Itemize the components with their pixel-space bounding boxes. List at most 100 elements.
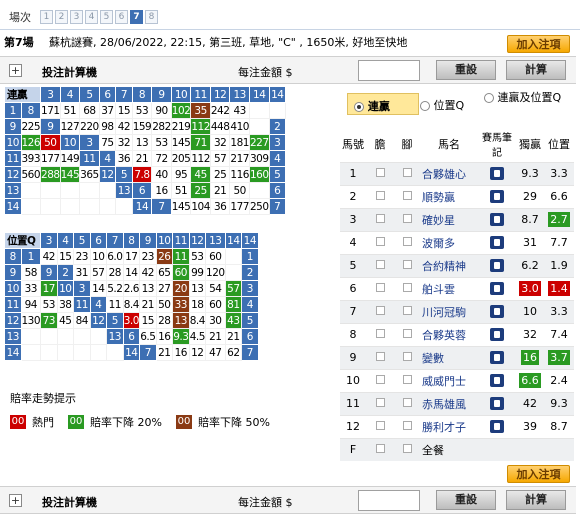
quinella-odds-cell[interactable] [20,182,42,199]
leg-checkbox[interactable] [402,329,412,338]
quinella-odds-cell[interactable]: 40 [151,166,172,183]
leg-checkbox[interactable] [402,306,412,315]
quinella-odds-cell[interactable]: 35 [190,102,211,119]
place-q-odds-cell[interactable]: 33 [20,280,42,297]
racing-notes-icon[interactable] [490,420,504,434]
quinella-odds-cell[interactable]: 177 [229,198,250,215]
quinella-odds-cell[interactable]: 145 [170,134,192,151]
quinella-odds-cell[interactable]: 410 [229,118,250,135]
add-bet-button-top[interactable]: 加入注項 [507,35,570,53]
leg-checkbox[interactable] [402,421,412,430]
amount-per-bet-input[interactable] [358,490,420,511]
race-number-3[interactable]: 3 [70,10,83,24]
leg-checkbox[interactable] [402,237,412,246]
place-q-odds-cell[interactable]: 27 [155,280,174,297]
place-odds[interactable]: 2.7 [544,207,574,231]
runner-name[interactable]: 威威門士 [420,368,478,392]
quinella-odds-cell[interactable]: 95 [170,166,192,183]
banker-checkbox[interactable] [375,237,385,246]
place-q-odds-cell[interactable] [20,344,42,361]
quinella-odds-cell[interactable]: 112 [190,150,211,167]
place-q-odds-cell[interactable]: 15 [56,248,75,265]
place-q-odds-cell[interactable]: 47 [205,344,226,361]
quinella-odds-cell[interactable]: 288 [40,166,61,183]
race-number-1[interactable]: 1 [40,10,53,24]
quinella-odds-cell[interactable]: 16 [151,182,172,199]
runner-name[interactable]: 變數 [420,345,478,369]
place-q-odds-cell[interactable]: 84 [73,312,91,329]
place-q-odds-cell[interactable]: 11 [106,296,124,313]
quinella-odds-cell[interactable]: 37 [98,102,117,119]
racing-notes-icon[interactable] [490,305,504,319]
place-q-odds-cell[interactable]: 13 [172,312,190,329]
place-q-odds-cell[interactable]: 30 [205,312,226,329]
place-q-odds-cell[interactable]: 38 [56,296,75,313]
place-q-odds-cell[interactable]: 50 [155,296,174,313]
racing-notes-icon[interactable] [490,282,504,296]
place-q-odds-cell[interactable]: 15 [139,312,157,329]
place-odds[interactable]: 1.4 [544,276,574,300]
quinella-odds-cell[interactable]: 227 [248,134,270,151]
quinella-odds-cell[interactable]: 50 [229,182,250,199]
quinella-odds-cell[interactable]: 72 [151,150,172,167]
place-q-odds-cell[interactable]: 28 [155,312,174,329]
place-q-odds-cell[interactable]: 4.5 [188,328,207,345]
place-q-odds-cell[interactable] [40,344,58,361]
racing-notes-icon[interactable] [490,397,504,411]
quinella-odds-cell[interactable]: 127 [59,118,81,135]
place-odds[interactable]: 6.6 [544,184,574,208]
pool-option-quinella[interactable]: 連贏 [347,93,419,115]
runner-name[interactable]: 勝利才子 [420,414,478,438]
place-q-odds-cell[interactable] [89,328,108,345]
place-q-odds-cell[interactable]: 21 [205,328,226,345]
leg-checkbox[interactable] [402,214,412,223]
place-q-odds-cell[interactable]: 2.6 [122,280,141,297]
quinella-odds-cell[interactable]: 217 [229,150,250,167]
place-q-odds-cell[interactable]: 42 [139,264,157,281]
place-q-odds-cell[interactable]: 5.2 [106,280,124,297]
place-q-odds-cell[interactable]: 13 [188,280,207,297]
place-q-odds-cell[interactable] [20,328,42,345]
place-q-odds-cell[interactable]: 94 [20,296,42,313]
quinella-odds-cell[interactable]: 448 [209,118,231,135]
banker-checkbox[interactable] [375,306,385,315]
place-q-odds-cell[interactable] [89,344,108,361]
place-q-odds-cell[interactable]: 23 [139,248,157,265]
quinella-odds-cell[interactable]: 145 [59,166,81,183]
racing-notes-icon[interactable] [490,259,504,273]
win-odds[interactable]: 29 [516,184,544,208]
quinella-odds-cell[interactable] [98,182,117,199]
win-odds[interactable]: 9.3 [516,161,544,185]
quinella-odds-cell[interactable] [40,198,61,215]
quinella-odds-cell[interactable] [59,182,81,199]
place-q-odds-cell[interactable]: 130 [20,312,42,329]
pool-option-both[interactable]: 連贏及位置Q [484,91,574,104]
quinella-odds-cell[interactable] [248,182,270,199]
reset-button[interactable]: 重設 [436,490,496,510]
place-q-odds-cell[interactable]: 6.5 [139,328,157,345]
place-odds[interactable]: 3.3 [544,161,574,185]
place-q-odds-cell[interactable]: 8.4 [188,312,207,329]
place-q-odds-cell[interactable]: 99 [188,264,207,281]
quinella-odds-cell[interactable]: 32 [209,134,231,151]
quinella-odds-cell[interactable]: 145 [170,198,192,215]
quinella-odds-cell[interactable]: 205 [170,150,192,167]
win-odds[interactable]: 6.6 [516,368,544,392]
place-q-odds-cell[interactable]: 31 [73,264,91,281]
banker-checkbox[interactable] [375,214,385,223]
place-q-odds-cell[interactable]: 120 [205,264,226,281]
quinella-odds-cell[interactable]: 13 [131,134,153,151]
place-q-odds-cell[interactable]: 42 [40,248,58,265]
quinella-odds-cell[interactable]: 309 [248,150,270,167]
quinella-odds-cell[interactable] [248,118,270,135]
banker-checkbox[interactable] [375,329,385,338]
runner-name[interactable]: 確妙星 [420,207,478,231]
quinella-odds-cell[interactable]: 112 [190,118,211,135]
place-q-odds-cell[interactable]: 43 [224,312,243,329]
quinella-odds-cell[interactable]: 220 [79,118,100,135]
runner-name[interactable]: 川河冠駒 [420,299,478,323]
leg-checkbox[interactable] [402,191,412,200]
banker-checkbox[interactable] [375,398,385,407]
place-odds[interactable]: 9.3 [544,391,574,415]
race-number-8[interactable]: 8 [145,10,158,24]
